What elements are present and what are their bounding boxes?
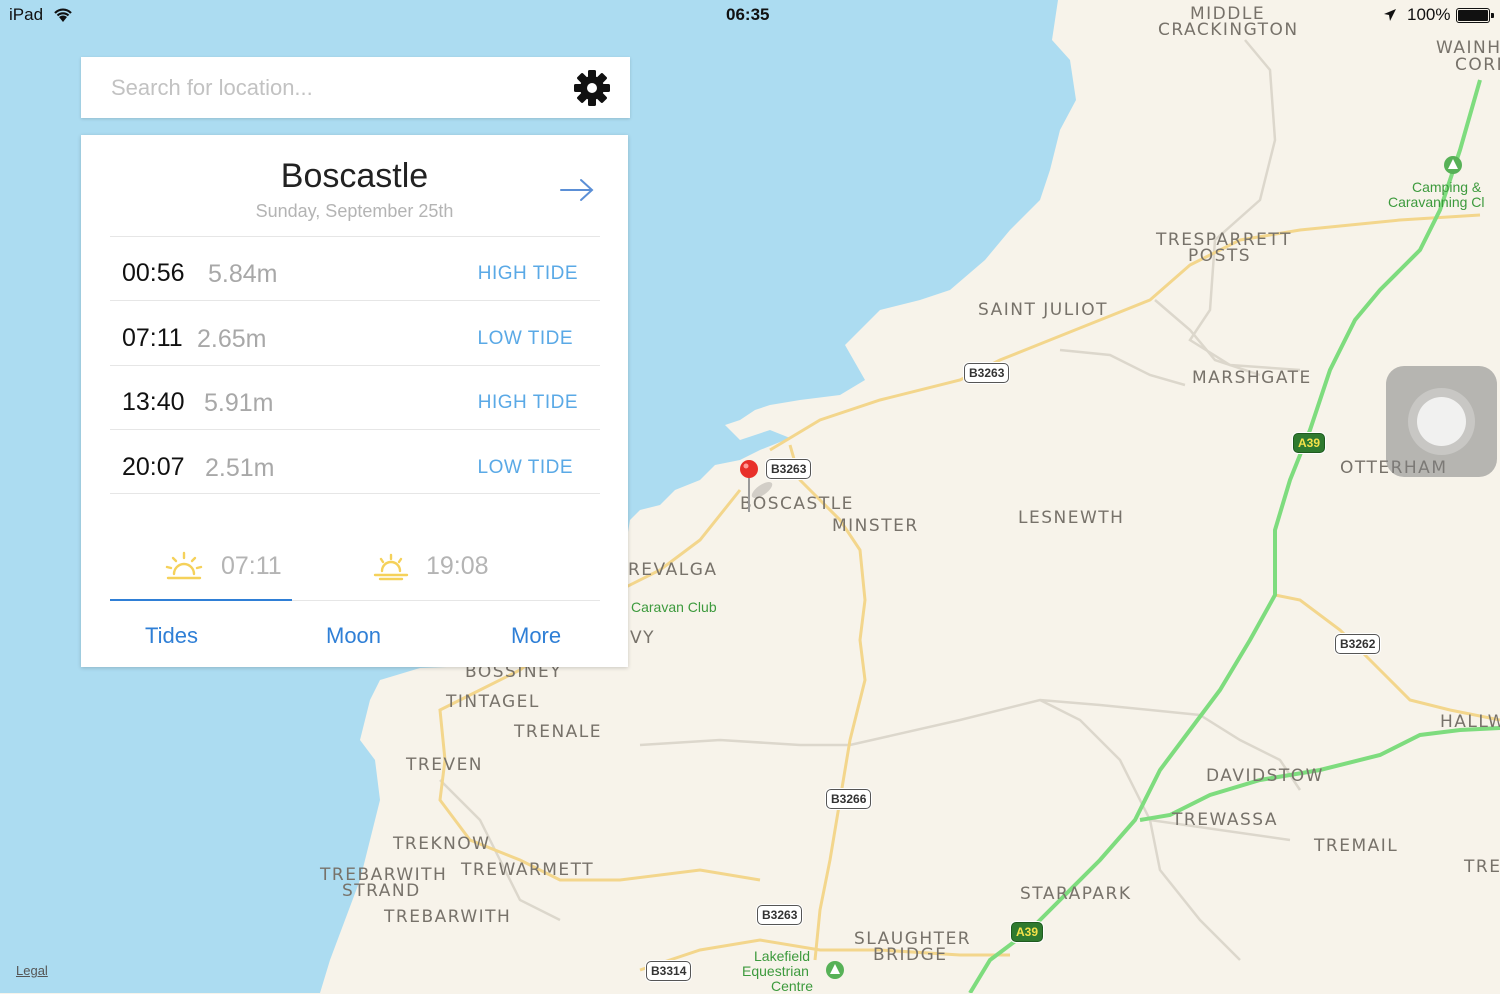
map-label-vy: vy: [630, 628, 656, 648]
road-shield: A39: [1011, 922, 1044, 942]
legal-link[interactable]: Legal: [16, 963, 48, 978]
poi-label-caravanning: Caravanning Cl: [1388, 194, 1485, 210]
tide-time: 13:40: [122, 388, 185, 416]
map-label-minster: Minster: [832, 516, 919, 536]
map-label-marshgate: Marshgate: [1192, 368, 1312, 388]
map-label-trebarwith-b: Trebarwith: [384, 907, 512, 927]
equestrian-poi-icon[interactable]: [826, 961, 844, 979]
map-label-treven: Treven: [406, 755, 484, 775]
poi-label-centre: Centre: [771, 978, 814, 994]
battery-icon: [1456, 8, 1494, 23]
tide-panel: Boscastle Sunday, September 25th 00:56 5…: [81, 135, 628, 667]
active-tab-indicator: [110, 599, 292, 601]
road-shield: A39: [1293, 433, 1326, 453]
poi-label-caravan-club: Caravan Club: [631, 599, 717, 615]
wifi-icon: [54, 8, 72, 22]
tide-height: 2.65m: [197, 325, 267, 353]
map-label-tremail: Tremail: [1314, 836, 1399, 856]
tide-row[interactable]: 00:56 5.84m HIGH TIDE: [110, 238, 600, 302]
tide-time: 00:56: [122, 259, 185, 287]
map-label-posts: Posts: [1188, 246, 1252, 266]
poi-label-equestrian: Equestrian: [742, 963, 809, 979]
camping-poi-icon[interactable]: [1444, 156, 1462, 174]
tab-moon[interactable]: Moon: [326, 623, 381, 649]
map-label-treknow: Treknow: [393, 834, 491, 854]
tide-time: 20:07: [122, 453, 185, 481]
tide-kind: HIGH TIDE: [477, 392, 578, 413]
divider: [292, 600, 600, 601]
status-battery-percent: 100%: [1407, 5, 1451, 24]
map-label-corn: Corn: [1455, 55, 1500, 75]
map-label-trenale: Trenale: [514, 722, 602, 742]
divider: [110, 429, 600, 430]
poi-label-lakefield: Lakefield: [754, 948, 811, 964]
poi-label-camping: Camping &: [1412, 179, 1482, 195]
divider: [110, 365, 600, 366]
tide-row[interactable]: 20:07 2.51m LOW TIDE: [110, 432, 600, 496]
status-time: 06:35: [726, 5, 770, 24]
tide-height: 5.91m: [204, 389, 274, 417]
map-label-hallw: Hallw: [1440, 712, 1500, 732]
tab-more[interactable]: More: [511, 623, 561, 649]
road-shield: B3266: [826, 789, 872, 809]
map-label-wainh: Wainh: [1436, 38, 1500, 58]
sunset-icon: [373, 553, 409, 581]
tide-kind: LOW TIDE: [477, 457, 573, 478]
tide-height: 5.84m: [208, 260, 278, 288]
status-device: iPad: [9, 5, 44, 24]
map-label-bridge: Bridge: [873, 945, 948, 965]
map-label-saint-juliot: Saint Juliot: [978, 300, 1108, 320]
tab-tides[interactable]: Tides: [145, 623, 198, 649]
map-label-tintagel: Tintagel: [446, 692, 540, 712]
arrow-right-icon[interactable]: [559, 177, 595, 203]
location-pin-icon[interactable]: [736, 458, 776, 518]
sunset-time: 19:08: [426, 552, 489, 580]
location-arrow-icon: [1384, 9, 1396, 21]
tide-kind: HIGH TIDE: [477, 263, 578, 284]
assistive-touch-button[interactable]: [1386, 366, 1497, 477]
road-shield: B3263: [757, 905, 803, 925]
place-title: Boscastle: [280, 157, 429, 195]
assistive-touch-dot: [1417, 397, 1466, 446]
divider: [110, 236, 600, 237]
map-label-strand: Strand: [342, 881, 421, 901]
map-label-crackington: Crackington: [1158, 20, 1299, 40]
map-label-starapark: Starapark: [1020, 884, 1132, 904]
divider: [110, 493, 600, 494]
map-label-revalga: revalga: [628, 560, 718, 580]
tide-kind: LOW TIDE: [477, 328, 573, 349]
tide-row[interactable]: 07:11 2.65m LOW TIDE: [110, 303, 600, 367]
tide-time: 07:11: [122, 324, 183, 352]
road-shield: B3262: [1335, 634, 1381, 654]
gear-icon[interactable]: [573, 69, 611, 107]
map-label-lesnewth: Lesnewth: [1018, 508, 1125, 528]
road-shield: B3314: [646, 961, 692, 981]
date-subtitle: Sunday, September 25th: [255, 201, 454, 221]
tide-row[interactable]: 13:40 5.91m HIGH TIDE: [110, 367, 600, 431]
map-label-tre: Tre: [1464, 857, 1500, 877]
sunrise-time: 07:11: [221, 552, 282, 580]
road-shield: B3263: [964, 363, 1010, 383]
sunrise-icon: [165, 551, 203, 580]
search-input[interactable]: [109, 71, 553, 105]
map-label-davidstow: Davidstow: [1206, 766, 1324, 786]
divider: [110, 300, 600, 301]
search-bar: [81, 57, 630, 118]
map-label-trewarmett: Trewarmett: [461, 860, 595, 880]
map-label-trewassa: Trewassa: [1172, 810, 1278, 830]
tide-height: 2.51m: [205, 454, 275, 482]
